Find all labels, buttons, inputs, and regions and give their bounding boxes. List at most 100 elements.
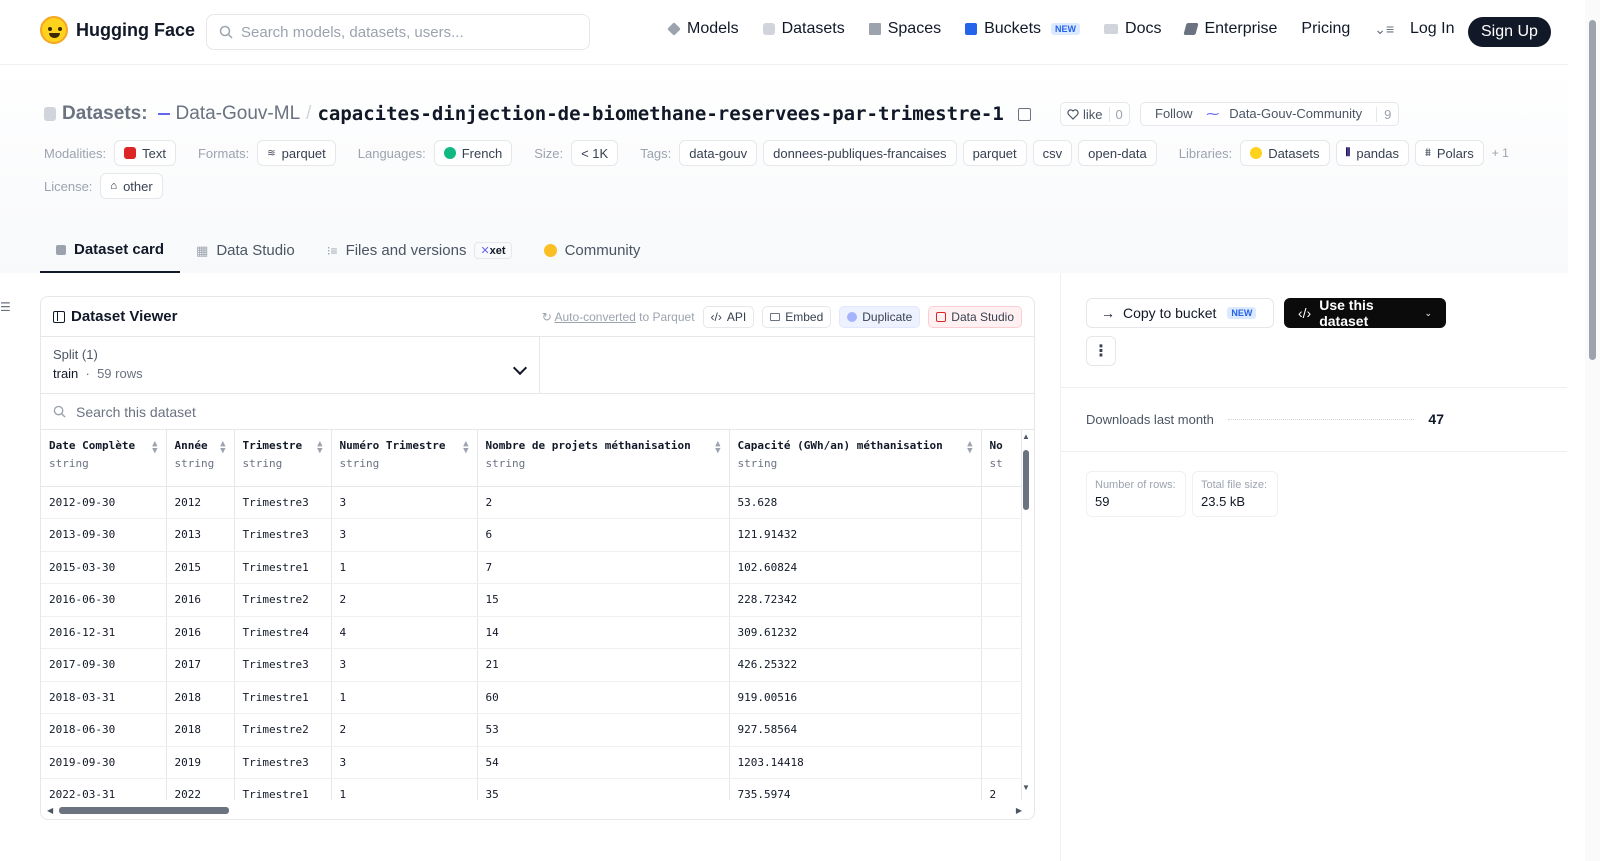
- like-button[interactable]: like 0: [1060, 102, 1130, 126]
- sort-icon[interactable]: ▲ ▼: [715, 440, 720, 456]
- tag-chip[interactable]: data-gouv: [679, 140, 758, 166]
- sort-icon[interactable]: ▲ ▼: [317, 440, 322, 456]
- more-menu-icon[interactable]: ⌄≡: [1374, 21, 1394, 38]
- nav-datasets[interactable]: Datasets: [762, 20, 845, 38]
- repo-name-link[interactable]: capacites-dinjection-de-biomethane-reser…: [317, 103, 1003, 125]
- table-cell: 2016: [166, 616, 235, 649]
- sort-icon[interactable]: ▲ ▼: [463, 440, 468, 456]
- column-header[interactable]: Capacité (GWh/an) méthanisation string ▲ ▼: [729, 430, 982, 487]
- login-link[interactable]: Log In: [1410, 20, 1454, 38]
- table-row[interactable]: 2016-12-31 2016 Trimestre4 4 14 309.61232: [41, 616, 1022, 649]
- global-search-input[interactable]: Search models, datasets, users...: [206, 14, 590, 50]
- nav-docs[interactable]: Docs: [1104, 20, 1161, 38]
- signup-button[interactable]: Sign Up: [1468, 17, 1551, 47]
- table-row[interactable]: 2022-03-31 2022 Trimestre1 1 35 735.5974 2: [41, 778, 1022, 800]
- horizontal-scrollbar[interactable]: ◀ ▶: [45, 805, 1022, 815]
- duplicate-button[interactable]: Duplicate: [839, 305, 921, 328]
- table-cell: 3: [331, 518, 478, 552]
- more-options-icon[interactable]: ⋮: [1086, 336, 1116, 366]
- table-cell: 919.00516: [729, 681, 982, 714]
- api-button[interactable]: ‹/› API: [702, 305, 755, 328]
- vertical-scrollbar[interactable]: ▲ ▼: [1022, 432, 1030, 792]
- column-header[interactable]: Numéro Trimestre string ▲ ▼: [331, 430, 478, 487]
- table-cell: 2015: [166, 551, 235, 584]
- page-scrollbar[interactable]: [1585, 0, 1600, 861]
- column-header[interactable]: No st: [981, 430, 1022, 487]
- home-logo-link[interactable]: Hugging Face: [40, 16, 195, 44]
- table-row[interactable]: 2017-09-30 2017 Trimestre3 3 21 426.25322: [41, 648, 1022, 682]
- language-chip[interactable]: French: [433, 140, 513, 166]
- library-chip-pandas[interactable]: ⦀ pandas: [1335, 140, 1409, 166]
- scroll-up-arrow-icon[interactable]: ▲: [1022, 432, 1030, 441]
- libraries-more-link[interactable]: + 1: [1492, 146, 1509, 160]
- split-selector[interactable]: Split (1) train · 59 rows: [41, 337, 540, 393]
- table-row[interactable]: 2019-09-30 2019 Trimestre3 3 54 1203.14418: [41, 746, 1022, 779]
- table-cell: [981, 648, 1022, 682]
- modality-text: Text: [142, 145, 166, 161]
- sort-icon[interactable]: ▲ ▼: [967, 440, 972, 456]
- vertical-scroll-thumb[interactable]: [1023, 450, 1029, 510]
- table-cell: [981, 616, 1022, 649]
- copy-to-bucket-button[interactable]: → Copy to bucket NEW: [1086, 298, 1274, 328]
- modality-chip[interactable]: Text: [114, 140, 176, 166]
- embed-button[interactable]: Embed: [762, 305, 832, 328]
- split-row: Split (1) train · 59 rows: [41, 337, 1034, 394]
- tab-files-and-versions[interactable]: ⁝≡ Files and versions ✕xet: [311, 228, 528, 273]
- license-label: License:: [44, 178, 93, 194]
- column-header[interactable]: Trimestre string ▲ ▼: [234, 430, 332, 487]
- meta-row-2: License: ⌂ other: [44, 173, 163, 199]
- tab-dataset-card[interactable]: Dataset card: [40, 228, 181, 273]
- format-chip[interactable]: ≋ parquet: [257, 140, 336, 166]
- table-cell: 2: [477, 486, 730, 519]
- search-placeholder: Search models, datasets, users...: [241, 23, 464, 41]
- breadcrumb-org-link[interactable]: Data-Gouv-ML: [176, 103, 301, 125]
- column-type: string: [339, 457, 380, 470]
- search-icon: [219, 25, 233, 39]
- viewer-title-text: Dataset Viewer: [71, 308, 178, 325]
- column-header[interactable]: Nombre de projets méthanisation string ▲ ▼: [477, 430, 730, 487]
- nav-buckets[interactable]: Buckets NEW: [965, 20, 1081, 38]
- use-this-dataset-button[interactable]: ‹/› Use this dataset ⌄: [1284, 297, 1446, 329]
- table-row[interactable]: 2016-06-30 2016 Trimestre2 2 15 228.72342: [41, 583, 1022, 617]
- table-row[interactable]: 2013-09-30 2013 Trimestre3 3 6 121.91432: [41, 518, 1022, 552]
- page-scroll-thumb[interactable]: [1589, 20, 1596, 360]
- library-chip-datasets[interactable]: Datasets: [1240, 140, 1330, 166]
- follow-button[interactable]: Follow ⁓ Data-Gouv-Community 9: [1140, 102, 1400, 126]
- size-chip[interactable]: < 1K: [571, 140, 619, 166]
- nav-spaces[interactable]: Spaces: [868, 20, 941, 38]
- table-row[interactable]: 2015-03-30 2015 Trimestre1 1 7 102.60824: [41, 551, 1022, 584]
- column-header[interactable]: Date Complète string ▲ ▼: [41, 430, 167, 487]
- dataset-search-input[interactable]: Search this dataset: [41, 394, 1034, 430]
- libraries-label: Libraries:: [1178, 145, 1233, 161]
- table-row[interactable]: 2012-09-30 2012 Trimestre3 3 2 53.628: [41, 486, 1022, 519]
- tag-chip[interactable]: csv: [1032, 140, 1073, 166]
- tag-chip[interactable]: parquet: [962, 140, 1027, 166]
- scroll-left-arrow-icon[interactable]: ◀: [47, 806, 53, 815]
- license-chip[interactable]: ⌂ other: [100, 173, 163, 199]
- scroll-down-arrow-icon[interactable]: ▼: [1022, 783, 1030, 792]
- sort-icon[interactable]: ▲ ▼: [220, 440, 225, 456]
- nav-models[interactable]: Models: [667, 20, 739, 38]
- tag-chip[interactable]: donnees-publiques-francaises: [763, 140, 957, 166]
- tab-data-studio[interactable]: ▦ Data Studio: [180, 228, 311, 273]
- split-value: train · 59 rows: [53, 366, 143, 381]
- sort-icon[interactable]: ▲ ▼: [152, 440, 157, 456]
- tab-community[interactable]: Community: [528, 228, 657, 273]
- library-chip-polars[interactable]: ⩩ Polars: [1415, 140, 1484, 166]
- table-row[interactable]: 2018-06-30 2018 Trimestre2 2 53 927.58564: [41, 713, 1022, 747]
- nav-enterprise[interactable]: Enterprise: [1183, 20, 1277, 38]
- copy-icon[interactable]: [1017, 107, 1031, 121]
- table-row[interactable]: 2018-03-31 2018 Trimestre1 1 60 919.00516: [41, 681, 1022, 714]
- table-cell: Trimestre3: [234, 648, 332, 682]
- sidebar-toggle-icon[interactable]: ☰: [0, 300, 11, 314]
- tag-chip[interactable]: open-data: [1078, 140, 1157, 166]
- arrow-right-icon: →: [1101, 305, 1115, 321]
- horizontal-scroll-thumb[interactable]: [59, 807, 229, 814]
- column-name: Trimestre: [242, 439, 303, 452]
- table-cell: Trimestre2: [234, 713, 332, 747]
- nav-pricing[interactable]: Pricing: [1301, 20, 1350, 38]
- auto-converted-link[interactable]: Auto-converted: [554, 310, 635, 324]
- scroll-right-arrow-icon[interactable]: ▶: [1016, 806, 1022, 815]
- column-header[interactable]: Année string ▲ ▼: [166, 430, 235, 487]
- data-studio-button[interactable]: Data Studio: [928, 305, 1022, 328]
